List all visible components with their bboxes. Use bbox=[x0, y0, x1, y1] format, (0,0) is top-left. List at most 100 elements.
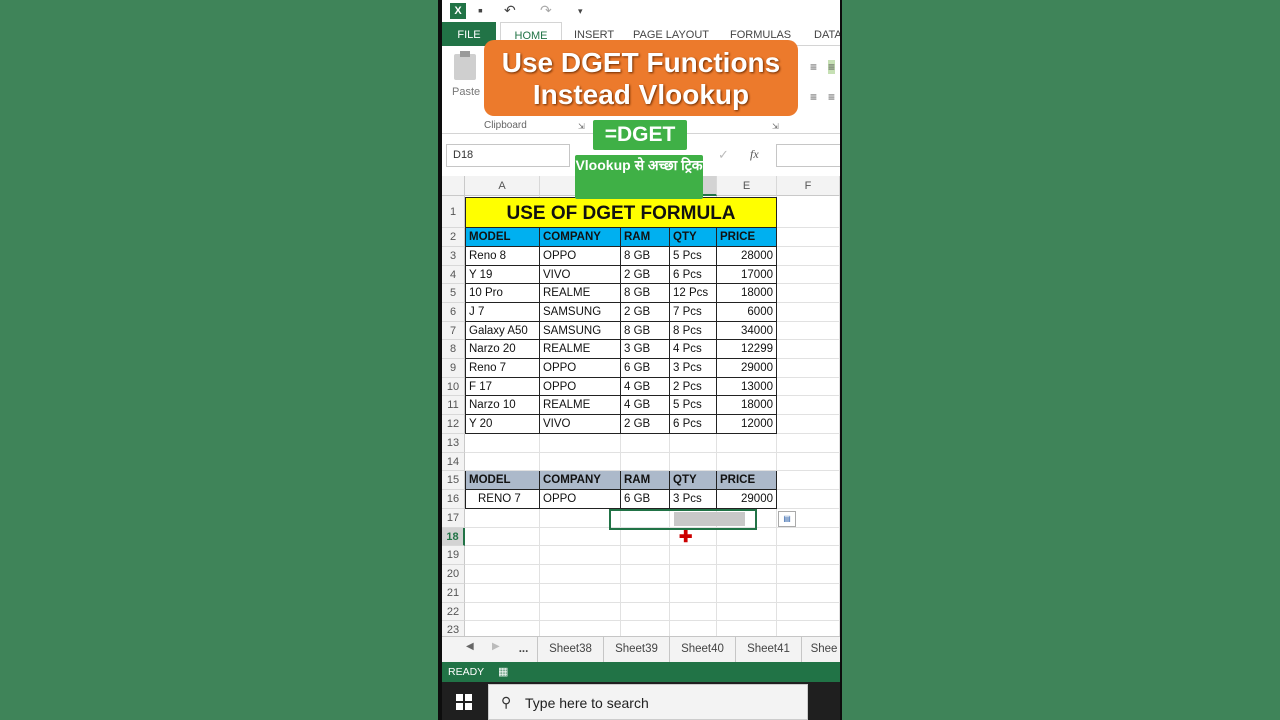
table-data-cell[interactable]: 2 GB bbox=[621, 266, 670, 284]
grid-cell[interactable] bbox=[465, 621, 540, 636]
table-header-cell[interactable]: QTY bbox=[670, 228, 717, 247]
table-data-cell[interactable]: Reno 8 bbox=[465, 247, 540, 266]
lookup-header-cell[interactable]: COMPANY bbox=[540, 471, 621, 490]
row-header-14[interactable]: 14 bbox=[442, 453, 465, 471]
sheet-tab-41[interactable]: Sheet41 bbox=[736, 637, 802, 662]
row-header-3[interactable]: 3 bbox=[442, 247, 465, 266]
row-header-12[interactable]: 12 bbox=[442, 415, 465, 434]
grid-cell[interactable] bbox=[621, 453, 670, 471]
grid-cell[interactable] bbox=[465, 509, 540, 528]
table-data-cell[interactable]: 29000 bbox=[717, 359, 777, 378]
table-data-cell[interactable]: Narzo 10 bbox=[465, 396, 540, 415]
table-data-cell[interactable]: Reno 7 bbox=[465, 359, 540, 378]
enter-icon[interactable]: ✓ bbox=[718, 147, 729, 163]
grid-cell[interactable] bbox=[717, 621, 777, 636]
table-data-cell[interactable]: 12000 bbox=[717, 415, 777, 434]
table-data-cell[interactable]: 6 Pcs bbox=[670, 266, 717, 284]
table-data-cell[interactable]: 6000 bbox=[717, 303, 777, 322]
grid-cell[interactable] bbox=[717, 565, 777, 584]
grid-cell[interactable] bbox=[465, 565, 540, 584]
table-data-cell[interactable]: 18000 bbox=[717, 396, 777, 415]
grid-cell[interactable] bbox=[777, 359, 840, 378]
sheet-prev-icon[interactable]: ◀ bbox=[466, 641, 474, 652]
sheet-tab-next[interactable]: Shee bbox=[802, 637, 840, 662]
table-data-cell[interactable]: 4 Pcs bbox=[670, 340, 717, 359]
table-data-cell[interactable]: Galaxy A50 bbox=[465, 322, 540, 340]
table-data-cell[interactable]: OPPO bbox=[540, 247, 621, 266]
table-data-cell[interactable]: OPPO bbox=[540, 378, 621, 396]
grid-cell[interactable] bbox=[717, 603, 777, 621]
grid-cell[interactable] bbox=[670, 603, 717, 621]
column-header-e[interactable]: E bbox=[717, 176, 777, 196]
taskbar-search-box[interactable]: ⚲ Type here to search bbox=[488, 684, 808, 720]
grid-cell[interactable] bbox=[777, 471, 840, 490]
grid-cell[interactable] bbox=[777, 415, 840, 434]
grid-cell[interactable] bbox=[540, 453, 621, 471]
grid-cell[interactable] bbox=[670, 584, 717, 603]
table-data-cell[interactable]: 7 Pcs bbox=[670, 303, 717, 322]
row-header-22[interactable]: 22 bbox=[442, 603, 465, 621]
lookup-result-cell[interactable]: 29000 bbox=[717, 490, 777, 509]
grid-cell[interactable] bbox=[717, 453, 777, 471]
table-header-cell[interactable]: MODEL bbox=[465, 228, 540, 247]
grid-cell[interactable] bbox=[777, 584, 840, 603]
lookup-result-cell[interactable]: 6 GB bbox=[621, 490, 670, 509]
grid-cell[interactable] bbox=[540, 546, 621, 565]
align-center-icon[interactable]: ≡ bbox=[828, 90, 835, 104]
grid-cell[interactable] bbox=[621, 565, 670, 584]
grid-cell[interactable] bbox=[465, 546, 540, 565]
table-data-cell[interactable]: 8 Pcs bbox=[670, 322, 717, 340]
align-top-icon[interactable]: ≡ bbox=[810, 60, 817, 74]
lookup-header-cell[interactable]: PRICE bbox=[717, 471, 777, 490]
table-data-cell[interactable]: 5 Pcs bbox=[670, 247, 717, 266]
row-header-21[interactable]: 21 bbox=[442, 584, 465, 603]
table-data-cell[interactable]: 2 Pcs bbox=[670, 378, 717, 396]
grid-cell[interactable] bbox=[777, 434, 840, 453]
grid-cell[interactable] bbox=[777, 196, 840, 228]
row-header-6[interactable]: 6 bbox=[442, 303, 465, 322]
insert-function-icon[interactable]: fx bbox=[750, 147, 759, 162]
table-data-cell[interactable]: REALME bbox=[540, 284, 621, 303]
row-header-16[interactable]: 16 bbox=[442, 490, 465, 509]
table-header-cell[interactable]: COMPANY bbox=[540, 228, 621, 247]
lookup-header-cell[interactable]: RAM bbox=[621, 471, 670, 490]
table-header-cell[interactable]: PRICE bbox=[717, 228, 777, 247]
row-header-13[interactable]: 13 bbox=[442, 434, 465, 453]
grid-cell[interactable] bbox=[777, 565, 840, 584]
tab-data[interactable]: DATA bbox=[814, 22, 840, 46]
grid-cell[interactable] bbox=[465, 453, 540, 471]
column-header-a[interactable]: A bbox=[465, 176, 540, 196]
table-data-cell[interactable]: 4 GB bbox=[621, 396, 670, 415]
grid-cell[interactable] bbox=[670, 565, 717, 584]
grid-cell[interactable] bbox=[717, 584, 777, 603]
row-header-18[interactable]: 18 bbox=[442, 528, 465, 546]
grid-cell[interactable] bbox=[777, 453, 840, 471]
grid-cell[interactable] bbox=[777, 396, 840, 415]
customize-toolbar-icon[interactable]: ▾ bbox=[578, 6, 583, 17]
grid-cell[interactable] bbox=[540, 603, 621, 621]
save-icon[interactable]: ▪ bbox=[478, 2, 483, 18]
grid-cell[interactable] bbox=[777, 228, 840, 247]
column-header-f[interactable]: F bbox=[777, 176, 840, 196]
table-data-cell[interactable]: 13000 bbox=[717, 378, 777, 396]
grid-cell[interactable] bbox=[621, 434, 670, 453]
clipboard-launcher-icon[interactable]: ⇲ bbox=[578, 122, 585, 131]
grid-cell[interactable] bbox=[717, 546, 777, 565]
paste-label[interactable]: Paste bbox=[452, 86, 480, 98]
row-header-9[interactable]: 9 bbox=[442, 359, 465, 378]
row-header-5[interactable]: 5 bbox=[442, 284, 465, 303]
grid-cell[interactable] bbox=[465, 528, 540, 546]
align-left-icon[interactable]: ≡ bbox=[810, 90, 817, 104]
table-data-cell[interactable]: 8 GB bbox=[621, 322, 670, 340]
table-data-cell[interactable]: 12 Pcs bbox=[670, 284, 717, 303]
table-data-cell[interactable]: VIVO bbox=[540, 266, 621, 284]
lookup-result-cell[interactable]: RENO 7 bbox=[465, 490, 540, 509]
undo-icon[interactable]: ↶ bbox=[504, 2, 516, 19]
table-data-cell[interactable]: SAMSUNG bbox=[540, 322, 621, 340]
table-data-cell[interactable]: REALME bbox=[540, 340, 621, 359]
grid-cell[interactable] bbox=[670, 546, 717, 565]
table-data-cell[interactable]: 4 GB bbox=[621, 378, 670, 396]
grid-cell[interactable] bbox=[777, 528, 840, 546]
table-data-cell[interactable]: 34000 bbox=[717, 322, 777, 340]
table-data-cell[interactable]: 8 GB bbox=[621, 247, 670, 266]
